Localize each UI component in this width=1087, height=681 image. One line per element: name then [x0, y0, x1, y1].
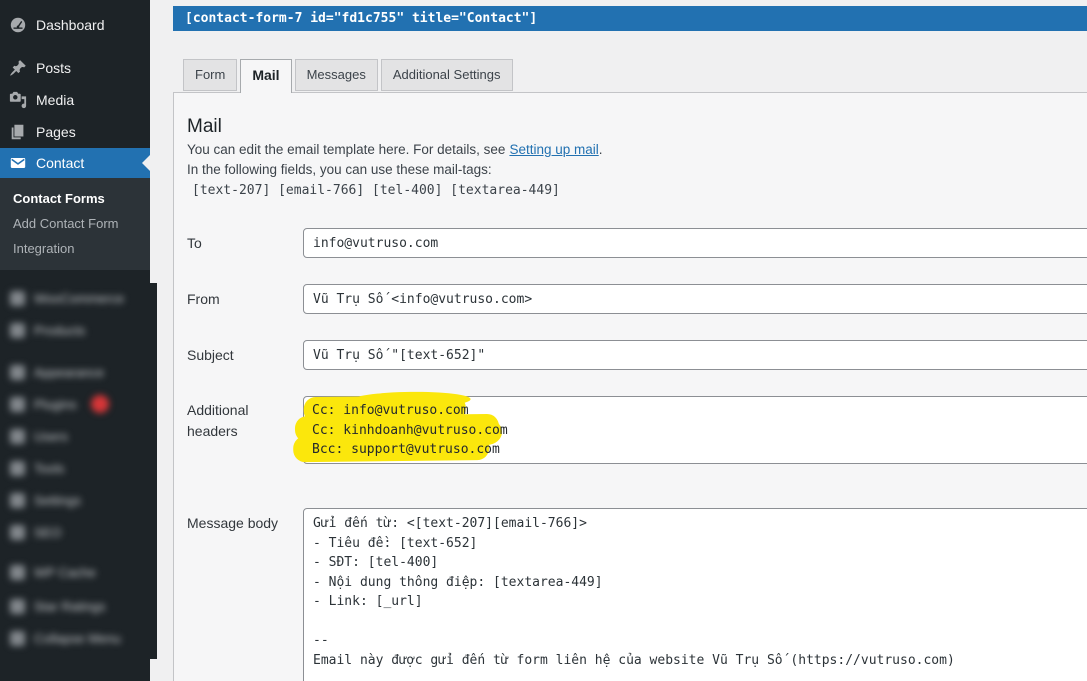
additional-headers-textarea[interactable]: Cc: info@vutruso.com Cc: kinhdoanh@vutru… [293, 391, 1087, 464]
field-row-to: To [187, 228, 1087, 258]
description-line-2: In the following fields, you can use the… [187, 162, 492, 177]
pages-icon [11, 124, 24, 140]
shortcode-input[interactable]: [contact-form-7 id="fd1c755" title="Cont… [173, 6, 1087, 31]
from-input[interactable] [303, 284, 1087, 314]
sidebar-item-seo[interactable]: SEO [0, 517, 157, 547]
menu-icon [10, 322, 25, 338]
description-line-1: You can edit the email template here. Fo… [187, 142, 603, 157]
sidebar-item-label: Posts [36, 60, 72, 76]
mail-tags-list: [text-207] [email-766] [tel-400] [textar… [192, 183, 560, 198]
field-row-additional-headers: Additional headers Cc: info@vutruso.com … [187, 391, 1087, 464]
menu-icon [10, 364, 25, 380]
main-content: [contact-form-7 id="fd1c755" title="Cont… [150, 0, 1087, 681]
contact-submenu: Contact Forms Add Contact Form Integrati… [0, 178, 150, 270]
submenu-item-add-contact-form[interactable]: Add Contact Form [0, 211, 150, 236]
admin-sidebar: Dashboard Posts Media Pages Contact Cont… [0, 0, 157, 681]
from-label: From [187, 291, 220, 307]
sidebar-item-label: Media [36, 92, 75, 108]
panel-description: You can edit the email template here. Fo… [187, 140, 603, 201]
sidebar-item-dashboard[interactable]: Dashboard [0, 9, 150, 41]
editor-tabs: Form Mail Messages Additional Settings [183, 59, 513, 93]
sidebar-item-media[interactable]: Media [0, 84, 150, 116]
setting-up-mail-link[interactable]: Setting up mail [509, 142, 598, 157]
tab-messages[interactable]: Messages [294, 59, 378, 91]
subject-input[interactable] [303, 340, 1087, 370]
to-input[interactable] [303, 228, 1087, 258]
sidebar-item-appearance[interactable]: Appearance [0, 357, 157, 387]
submenu-item-integration[interactable]: Integration [0, 236, 150, 261]
submenu-item-contact-forms[interactable]: Contact Forms [0, 186, 150, 211]
sidebar-item-tools[interactable]: Tools [0, 453, 157, 483]
menu-icon [10, 524, 25, 540]
sidebar-item-woocommerce[interactable]: WooCommerce [0, 283, 157, 313]
additional-headers-text: Cc: info@vutruso.com Cc: kinhdoanh@vutru… [312, 403, 508, 457]
plugins-update-badge [90, 395, 109, 413]
sidebar-item-label: Pages [36, 124, 76, 140]
to-label: To [187, 235, 202, 251]
sidebar-item-wp-cache[interactable]: WP Cache [0, 557, 157, 587]
wordpress-admin-screen: Dashboard Posts Media Pages Contact Cont… [0, 0, 1087, 681]
sidebar-item-products[interactable]: Products [0, 315, 157, 345]
menu-icon [10, 564, 25, 580]
menu-icon [10, 290, 25, 306]
sidebar-item-plugins[interactable]: Plugins [0, 389, 157, 419]
menu-icon [10, 428, 25, 444]
field-row-message-body: Message body Gửi đến từ: <[text-207][ema… [187, 508, 1087, 681]
panel-title: Mail [187, 116, 222, 137]
collapse-arrow-icon [10, 630, 25, 646]
sidebar-item-posts[interactable]: Posts [0, 52, 150, 84]
additional-headers-label: Additional headers [187, 402, 249, 439]
message-body-textarea[interactable]: Gửi đến từ: <[text-207][email-766]> - Ti… [303, 508, 1087, 681]
sidebar-item-users[interactable]: Users [0, 421, 157, 451]
menu-icon [10, 396, 25, 412]
envelope-icon [10, 158, 26, 168]
subject-label: Subject [187, 347, 234, 363]
mail-panel: Mail You can edit the email template her… [173, 92, 1087, 681]
field-row-from: From [187, 284, 1087, 314]
menu-icon [10, 492, 25, 508]
sidebar-item-label: Dashboard [36, 17, 105, 33]
sidebar-item-settings[interactable]: Settings [0, 485, 157, 515]
tab-additional-settings[interactable]: Additional Settings [380, 59, 513, 91]
sidebar-item-star-ratings[interactable]: Star Ratings [0, 591, 157, 621]
menu-icon [10, 598, 25, 614]
blurred-sidebar-section: WooCommerce Products Appearance Plugins … [0, 283, 157, 659]
sidebar-item-label: Contact [36, 155, 85, 171]
field-row-subject: Subject [187, 340, 1087, 370]
sidebar-item-contact[interactable]: Contact [0, 148, 150, 178]
sidebar-item-collapse-menu[interactable]: Collapse Menu [0, 623, 157, 653]
menu-icon [10, 460, 25, 476]
dashboard-icon [10, 17, 26, 33]
tab-mail[interactable]: Mail [240, 59, 292, 93]
pushpin-icon [10, 60, 26, 76]
sidebar-item-pages[interactable]: Pages [0, 116, 150, 148]
tab-form[interactable]: Form [183, 59, 238, 91]
message-body-label: Message body [187, 515, 279, 531]
media-icon [9, 91, 27, 109]
